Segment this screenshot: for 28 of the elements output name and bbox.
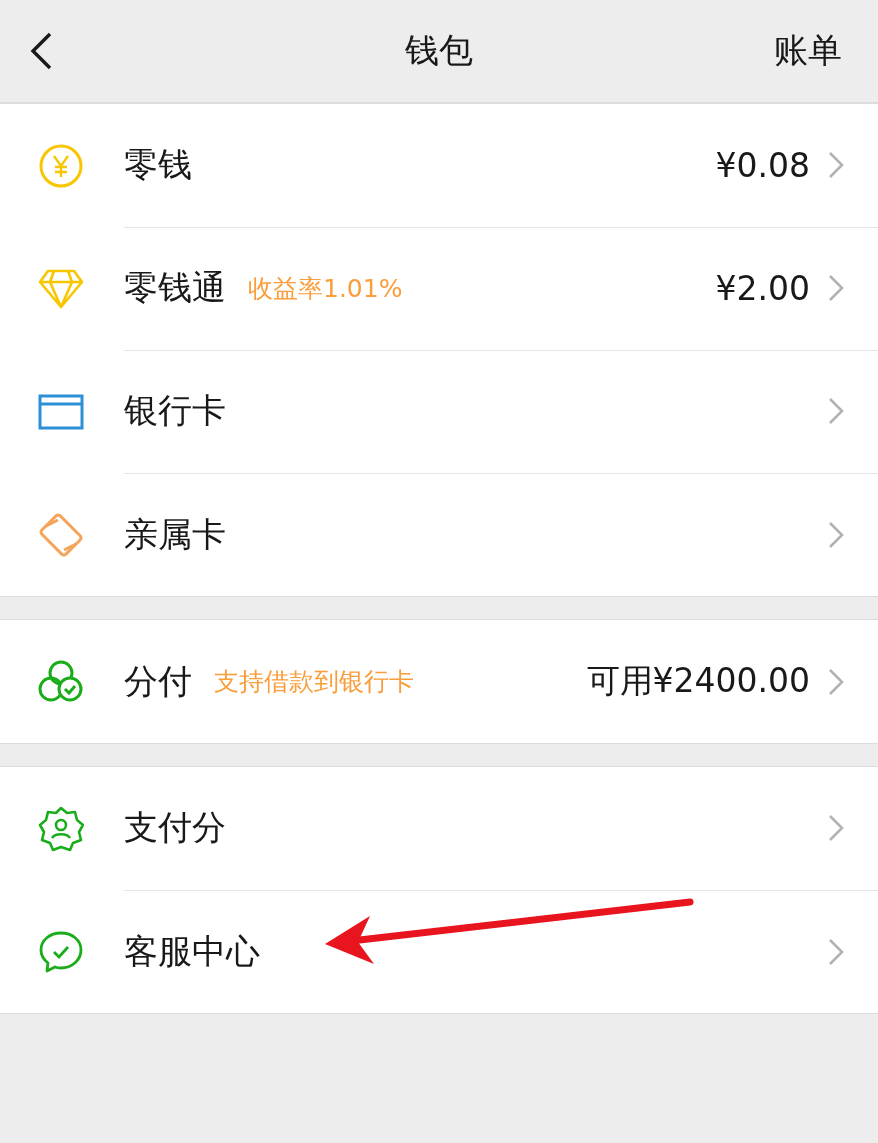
yen-coin-icon <box>38 142 84 189</box>
promo-tag: 支持借款到银行卡 <box>214 665 414 698</box>
promo-tag: 收益率1.01% <box>248 271 403 305</box>
bills-button[interactable]: 账单 <box>774 28 842 74</box>
chevron-right-icon <box>828 274 844 302</box>
bank-card-icon <box>38 393 84 430</box>
chevron-right-icon <box>828 937 844 966</box>
back-button[interactable] <box>28 31 54 71</box>
row-value: ¥0.08 <box>715 145 810 185</box>
row-label[interactable]: 客服中心 <box>124 928 260 975</box>
page-title: 钱包 <box>405 29 473 72</box>
row-label[interactable]: 支付分 <box>124 805 226 851</box>
chevron-right-icon <box>828 814 844 842</box>
row-label[interactable]: 零钱通 <box>124 265 226 311</box>
row-value: 可用¥2400.00 <box>586 660 810 702</box>
chevron-right-icon <box>828 397 844 425</box>
row-label[interactable]: 零钱 <box>124 142 192 188</box>
row-label[interactable]: 亲属卡 <box>124 511 226 558</box>
tilted-cards-icon <box>38 511 84 558</box>
chevron-right-icon <box>828 151 844 179</box>
row-label[interactable]: 分付 <box>124 658 192 705</box>
diamond-icon <box>38 268 84 309</box>
chevron-right-icon <box>828 667 844 696</box>
chevron-right-icon <box>828 520 844 549</box>
row-value: ¥2.00 <box>715 268 810 308</box>
badge-person-icon <box>38 805 84 852</box>
chat-check-icon <box>38 929 84 974</box>
row-label[interactable]: 银行卡 <box>124 388 226 434</box>
